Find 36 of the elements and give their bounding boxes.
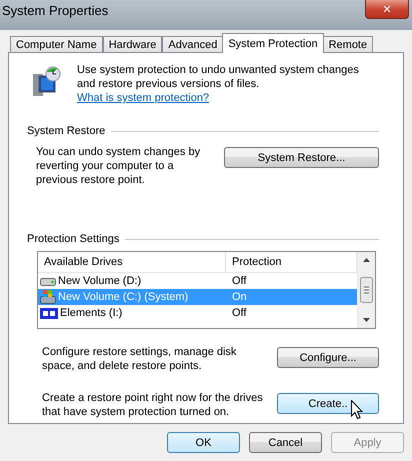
drive-row[interactable]: New Volume (D:) Off <box>38 273 357 289</box>
scroll-up-icon <box>363 258 370 262</box>
external-drive-icon <box>40 308 58 318</box>
configure-description: Configure restore settings, manage disk space, and delete restore points. <box>42 345 238 373</box>
tab[interactable]: System Protection <box>222 33 324 53</box>
section-heading: System Restore <box>27 125 106 137</box>
close-button[interactable]: ✕ <box>365 0 409 19</box>
tab[interactable]: Remote <box>322 36 374 53</box>
tab[interactable]: Advanced <box>162 36 224 53</box>
create-description: Create a restore point right now for the drives that have system protection turned on. <box>42 391 264 419</box>
system-restore-button[interactable]: System Restore... <box>224 147 379 168</box>
drive-name: New Volume (D:) <box>58 275 142 287</box>
scroll-down-icon <box>363 318 370 322</box>
intro-text: Use system protection to undo unwanted system changes and restore previous versions of files. What is system protection? <box>77 63 360 105</box>
create-button[interactable]: Create.. <box>277 393 379 414</box>
computer-restore-icon <box>31 66 63 98</box>
protection-status: Off <box>231 307 248 319</box>
dialog-button[interactable]: OK <box>167 432 240 453</box>
mouse-cursor-icon <box>351 400 363 419</box>
configure-button[interactable]: Configure... <box>277 347 379 368</box>
drive-row[interactable]: Elements (I:) Off <box>38 305 357 321</box>
tab[interactable]: Hardware <box>102 36 162 53</box>
protection-status: Off <box>231 275 248 287</box>
drive-name: Elements (I:) <box>60 307 122 319</box>
help-link[interactable]: What is system protection? <box>77 92 210 104</box>
drive-icon <box>40 275 56 287</box>
window-title: System Properties <box>2 3 108 18</box>
scroll-thumb-icon <box>360 277 373 303</box>
dialog-button[interactable]: Cancel <box>249 432 322 453</box>
tab[interactable]: Computer Name <box>10 36 103 53</box>
section-heading: Protection Settings <box>27 233 120 245</box>
drive-name: New Volume (C:) (System) <box>58 291 188 303</box>
scrollbar[interactable] <box>357 252 375 328</box>
system-drive-icon <box>40 290 56 304</box>
protection-status: On <box>231 291 248 303</box>
restore-description: You can undo system changes by reverting your computer to a previous restore point. <box>36 145 202 187</box>
